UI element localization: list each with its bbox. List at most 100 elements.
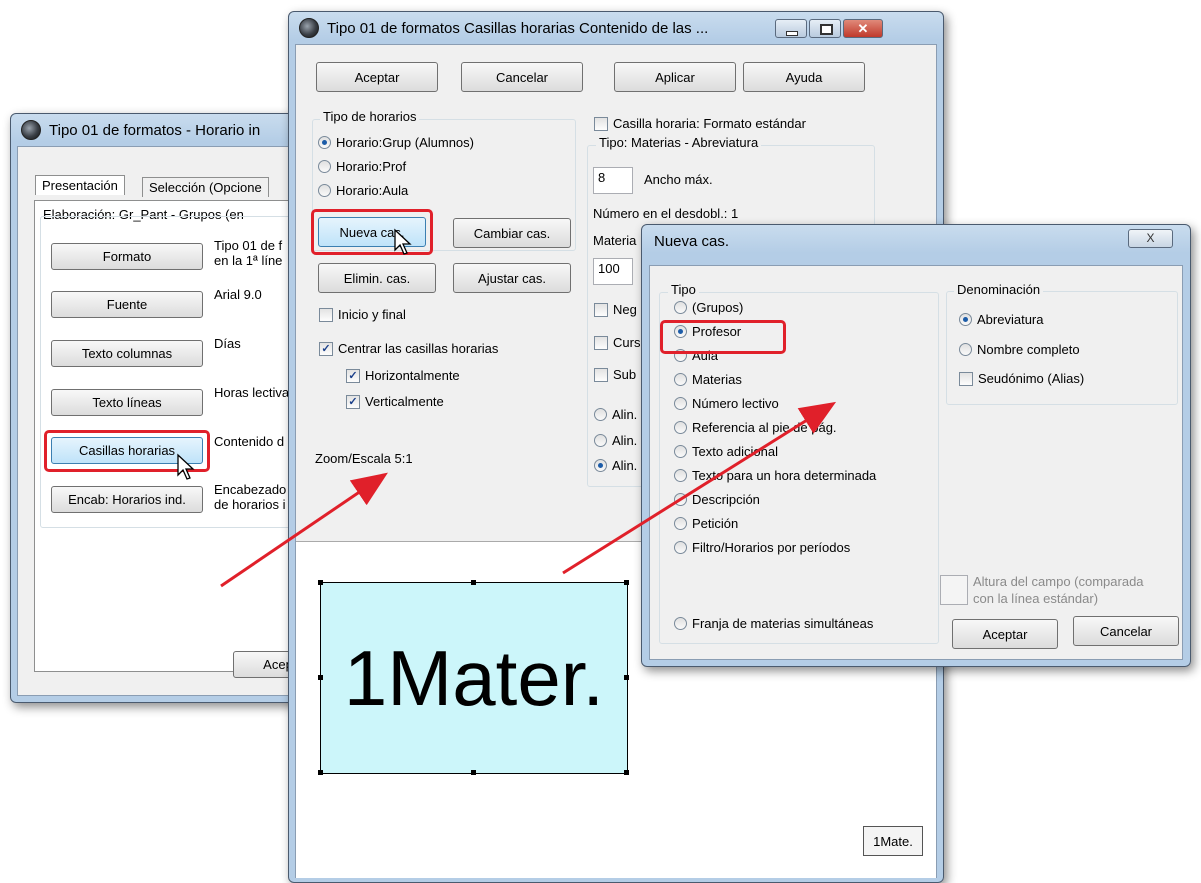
radio-indicator [318, 184, 331, 197]
radio-alin-3[interactable]: Alin. [594, 458, 637, 473]
checkbox-label: Centrar las casillas horarias [338, 341, 499, 356]
win3-titlebar[interactable]: Nueva cas. [642, 225, 1190, 257]
checkbox-box [594, 116, 608, 131]
win1-titlebar[interactable]: Tipo 01 de formatos - Horario in [11, 114, 311, 146]
texto-lineas-button[interactable]: Texto líneas [51, 389, 203, 416]
radio-tipo-option[interactable]: Descripción [674, 492, 760, 507]
centrar-checkbox[interactable]: ✓ Centrar las casillas horarias [319, 341, 498, 356]
cursor-icon [394, 228, 412, 255]
tipo-horarios-title: Tipo de horarios [320, 109, 420, 124]
radio-tipo-option[interactable]: Número lectivo [674, 396, 779, 411]
checkbox-box [594, 335, 608, 350]
elimin-cas-button[interactable]: Elimin. cas. [318, 263, 436, 293]
check-icon: ✓ [346, 394, 360, 409]
subrayado-checkbox[interactable]: Sub [594, 367, 636, 382]
dialog-cancelar-button[interactable]: Cancelar [1073, 616, 1179, 646]
radio-tipo-option[interactable]: Referencia al pie de pág. [674, 420, 837, 435]
horizontal-checkbox[interactable]: ✓ Horizontalmente [346, 368, 460, 383]
resize-handle[interactable] [471, 770, 476, 775]
dialog-aceptar-button[interactable]: Aceptar [952, 619, 1058, 649]
aceptar-button[interactable]: Aceptar [316, 62, 438, 92]
resize-handle[interactable] [624, 675, 629, 680]
radio-indicator [674, 397, 687, 410]
win1-title: Tipo 01 de formatos - Horario in [49, 121, 261, 139]
minimize-button[interactable] [775, 19, 807, 38]
radio-label: Alin. [612, 407, 638, 422]
encab-horarios-button[interactable]: Encab: Horarios ind. [51, 486, 203, 513]
resize-handle[interactable] [318, 675, 323, 680]
checkbox-label: Inicio y final [338, 307, 406, 322]
seudonimo-checkbox[interactable]: Seudónimo (Alias) [959, 371, 1084, 386]
resize-handle[interactable] [624, 770, 629, 775]
radio-tipo-option[interactable]: Petición [674, 516, 738, 531]
fuente-button[interactable]: Fuente [51, 291, 203, 318]
cursiva-checkbox[interactable]: Curs [594, 335, 640, 350]
radio-tipo-option[interactable]: (Grupos) [674, 300, 743, 315]
radio-label: Horario:Prof [336, 159, 407, 174]
radio-label: Descripción [692, 492, 760, 507]
formato-button[interactable]: Formato [51, 243, 203, 270]
radio-label: Abreviatura [977, 312, 1044, 327]
texto-columnas-button[interactable]: Texto columnas [51, 340, 203, 367]
resize-handle[interactable] [624, 580, 629, 585]
cancelar-button[interactable]: Cancelar [461, 62, 583, 92]
tab-seleccion[interactable]: Selección (Opcione [142, 177, 269, 197]
radio-indicator [959, 343, 972, 356]
close-icon: ✕ [857, 21, 869, 36]
resize-handle[interactable] [318, 580, 323, 585]
ajustar-cas-button[interactable]: Ajustar cas. [453, 263, 571, 293]
tab-presentacion[interactable]: Presentación [35, 175, 125, 195]
formato-desc-2: en la 1ª líne [214, 253, 283, 268]
resize-handle[interactable] [318, 770, 323, 775]
nueva-cas-highlight [311, 209, 433, 255]
nueva-cas-dialog: Nueva cas. X Tipo (Grupos) Profesor Aula Ma… [641, 224, 1191, 667]
negrita-checkbox[interactable]: Neg [594, 302, 637, 317]
radio-horario-prof[interactable]: Horario:Prof [318, 159, 406, 174]
radio-tipo-option[interactable]: Texto adicional [674, 444, 778, 459]
cambiar-cas-button[interactable]: Cambiar cas. [453, 218, 571, 248]
win3-title: Nueva cas. [654, 232, 730, 250]
ayuda-button[interactable]: Ayuda [743, 62, 865, 92]
profesor-highlight [660, 320, 786, 354]
radio-tipo-option[interactable]: Texto para un hora determinada [674, 468, 876, 483]
radio-label: Número lectivo [692, 396, 779, 411]
radio-tipo-option[interactable]: Materias [674, 372, 742, 387]
maximize-button[interactable] [809, 19, 841, 38]
radio-abreviatura[interactable]: Abreviatura [959, 312, 1043, 327]
radio-tipo-option[interactable]: Filtro/Horarios por períodos [674, 540, 850, 555]
radio-alin-2[interactable]: Alin. [594, 433, 637, 448]
radio-horario-grup[interactable]: Horario:Grup (Alumnos) [318, 135, 474, 150]
checkbox-box [594, 302, 608, 317]
aplicar-button[interactable]: Aplicar [614, 62, 736, 92]
radio-nombre-completo[interactable]: Nombre completo [959, 342, 1080, 357]
radio-indicator [674, 541, 687, 554]
encab-desc: Encabezado [214, 482, 287, 497]
radio-indicator [674, 493, 687, 506]
radio-horario-aula[interactable]: Horario:Aula [318, 183, 408, 198]
formato-estandar-checkbox[interactable]: Casilla horaria: Formato estándar [594, 116, 806, 131]
preview-cell[interactable]: 1Mater. [320, 582, 628, 774]
preview-cell-text: 1Mater. [343, 633, 605, 722]
altura-input[interactable] [940, 575, 968, 605]
preview-thumb: 1Mate. [863, 826, 923, 856]
radio-franja[interactable]: Franja de materias simultáneas [674, 616, 873, 631]
checkbox-box [319, 307, 333, 322]
materia-label: Materia [593, 233, 637, 248]
zoom-label: Zoom/Escala 5:1 [315, 451, 413, 466]
close-button[interactable]: ✕ [843, 19, 883, 38]
radio-label: Petición [692, 516, 739, 531]
radio-indicator [674, 517, 687, 530]
ancho-input[interactable]: 8 [593, 167, 633, 194]
resize-handle[interactable] [471, 580, 476, 585]
dialog-close-button[interactable]: X [1128, 229, 1173, 248]
checkbox-label: Horizontalmente [365, 368, 460, 383]
altura-label: Altura del campo (comparada [973, 574, 1144, 589]
numero-desdobl-label: Número en el desdobl.: 1 [593, 206, 739, 221]
checkbox-label: Neg [613, 302, 637, 317]
check-icon: ✓ [319, 341, 333, 356]
vertical-checkbox[interactable]: ✓ Verticalmente [346, 394, 444, 409]
size-input[interactable]: 100 [593, 258, 633, 285]
minimize-icon [786, 31, 798, 36]
inicio-final-checkbox[interactable]: Inicio y final [319, 307, 406, 322]
radio-alin-1[interactable]: Alin. [594, 407, 637, 422]
